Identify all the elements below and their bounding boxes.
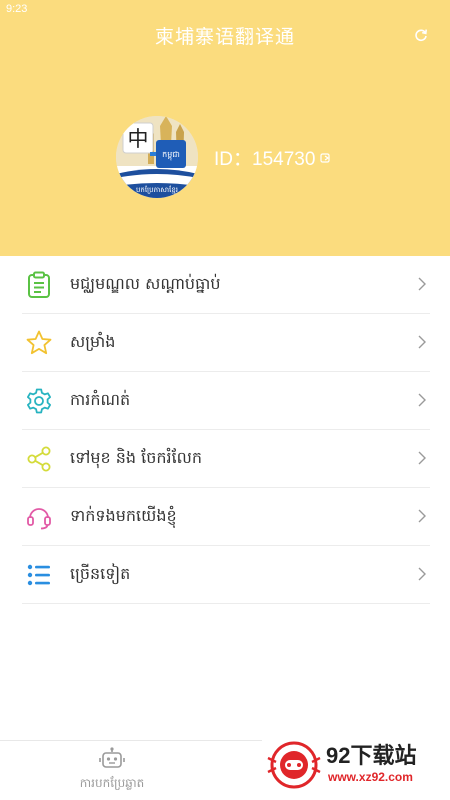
menu-item-history[interactable]: មជ្ឈមណ្ឌល សណ្តាប់ធ្នាប់ xyxy=(22,256,430,314)
watermark: 92下载站 www.xz92.com xyxy=(262,730,450,800)
refresh-button[interactable] xyxy=(410,24,432,46)
refresh-icon xyxy=(415,29,427,42)
profile-header: 9:23 柬埔寨语翻译通 中 កម្ពុជា បកប្រែភាសាខ្មែរ I… xyxy=(0,0,450,256)
menu-list: មជ្ឈមណ្ឌល សណ្តាប់ធ្នាប់ សម្រាំង ការកំណត់ xyxy=(0,256,450,604)
robot-icon xyxy=(99,747,125,768)
chevron-right-icon xyxy=(418,335,426,349)
watermark-url: www.xz92.com xyxy=(328,770,413,784)
chevron-right-icon xyxy=(418,277,426,291)
chevron-right-icon xyxy=(418,393,426,407)
avatar-caption: បកប្រែភាសាខ្មែរ xyxy=(136,185,178,194)
watermark-logo xyxy=(267,741,321,789)
avatar-char: 中 xyxy=(128,127,149,151)
app-title: 柬埔寨语翻译通 xyxy=(154,26,295,48)
avatar[interactable]: 中 កម្ពុជា បកប្រែភាសាខ្មែរ xyxy=(116,116,198,198)
avatar-image: 中 កម្ពុជា បកប្រែភាសាខ្មែរ xyxy=(116,116,198,198)
chevron-right-icon xyxy=(418,509,426,523)
menu-item-share[interactable]: ទៅមុខ និង ចែករំលែក xyxy=(22,430,430,488)
tab-smart-translate[interactable]: ការបកប្រែឆ្លាត xyxy=(60,747,164,799)
tab-label: ការបកប្រែឆ្លាត xyxy=(79,776,145,790)
id-arrow-icon xyxy=(320,152,332,164)
list-icon xyxy=(24,560,54,590)
menu-item-more[interactable]: ច្រើនទៀត xyxy=(22,546,430,604)
status-time: 9:23 xyxy=(6,3,28,15)
menu-label: ច្រើនទៀត xyxy=(70,563,131,583)
menu-label: ការកំណត់ xyxy=(70,389,131,409)
share-icon xyxy=(24,444,54,474)
gear-icon xyxy=(24,386,54,416)
menu-label: មជ្ឈមណ្ឌល សណ្តាប់ធ្នាប់ xyxy=(70,273,221,293)
menu-item-settings[interactable]: ការកំណត់ xyxy=(22,372,430,430)
user-id[interactable]: ID：154730 xyxy=(214,144,332,171)
menu-item-favorites[interactable]: សម្រាំង xyxy=(22,314,430,372)
menu-item-contact[interactable]: ទាក់ទងមកយើងខ្ញុំ xyxy=(22,488,430,546)
chevron-right-icon xyxy=(418,451,426,465)
menu-label: សម្រាំង xyxy=(70,331,116,351)
clipboard-icon xyxy=(24,270,54,300)
user-id-text: ID：154730 xyxy=(214,149,316,170)
headset-icon xyxy=(24,502,54,532)
menu-label: ទាក់ទងមកយើងខ្ញុំ xyxy=(70,505,177,525)
menu-label: ទៅមុខ និង ចែករំលែក xyxy=(70,447,203,467)
star-icon xyxy=(24,328,54,358)
watermark-text: 92下载站 xyxy=(326,743,417,768)
chevron-right-icon xyxy=(418,567,426,581)
